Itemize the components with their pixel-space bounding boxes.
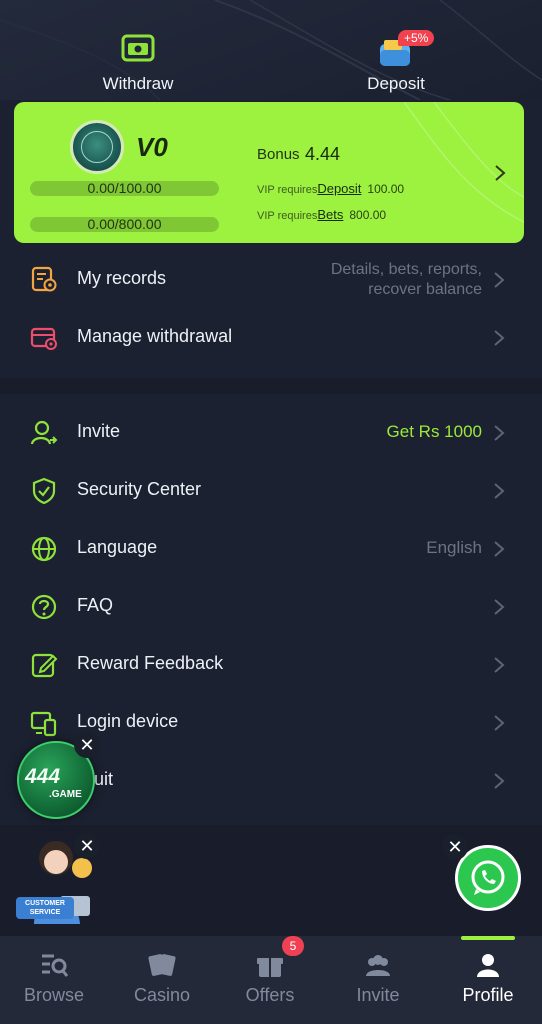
withdraw-icon — [58, 32, 218, 68]
chevron-right-icon — [494, 425, 505, 441]
invite-user-icon — [30, 420, 58, 445]
vip-progress-bets-text: 0.00/800.00 — [87, 216, 162, 232]
wallet-gear-icon — [30, 327, 57, 350]
deposit-label: Deposit — [367, 74, 425, 93]
chevron-right-icon — [494, 330, 505, 346]
bottom-tab-bar: Browse Casino 5 Offers Invite Profile — [0, 936, 542, 1024]
tab-casino[interactable]: Casino — [108, 936, 216, 1024]
chevron-right-icon — [494, 272, 505, 288]
menu-manage-withdrawal[interactable]: Manage withdrawal — [0, 309, 542, 365]
chevron-right-icon — [494, 541, 505, 557]
tab-label: Browse — [23, 985, 85, 1005]
invite-reward-text: Get Rs 1000 — [386, 422, 482, 441]
tab-label: Profile — [462, 985, 514, 1005]
customer-service-label: CUSTOMER SERVICE — [16, 897, 74, 919]
chevron-right-icon — [494, 657, 505, 673]
menu-invite[interactable]: Invite Get Rs 1000 — [0, 404, 542, 460]
bonus-label: Bonus — [257, 146, 300, 163]
menu-label: Manage withdrawal — [77, 326, 233, 346]
bonus-value: 4.44 — [305, 144, 341, 164]
tab-browse[interactable]: Browse — [0, 936, 108, 1024]
records-icon — [31, 266, 57, 292]
withdraw-label: Withdraw — [102, 74, 174, 93]
gift-icon — [257, 958, 283, 977]
edit-icon — [31, 653, 58, 678]
chevron-right-icon — [494, 483, 505, 499]
whatsapp-icon — [471, 860, 505, 895]
menu-my-records[interactable]: My records Details, bets, reports, recov… — [0, 251, 542, 307]
menu-label: Reward Feedback — [77, 653, 224, 673]
current-language: English — [426, 538, 482, 557]
vip-requirement-deposit: VIP requiresDeposit 100.00 — [257, 181, 405, 196]
tab-label: Invite — [356, 985, 400, 1005]
cards-icon — [148, 954, 176, 976]
tab-profile[interactable]: Profile — [434, 936, 542, 1024]
shield-check-icon — [32, 477, 56, 505]
menu-reward-feedback[interactable]: Reward Feedback — [0, 636, 542, 692]
deposit-bonus-badge: +5% — [398, 30, 435, 46]
vip-badge-avatar — [70, 120, 124, 174]
chevron-right-icon — [495, 165, 506, 181]
tab-offers[interactable]: 5 Offers — [216, 936, 324, 1024]
vip-progress-deposit-text: 0.00/100.00 — [87, 180, 162, 196]
vip-level: V0 — [136, 132, 168, 162]
menu-language[interactable]: Language English — [0, 520, 542, 576]
globe-icon — [31, 536, 57, 562]
logo-text: 444 — [25, 765, 61, 788]
active-tab-indicator — [461, 936, 515, 940]
profile-icon — [477, 954, 499, 977]
top-quick-actions: Withdraw +5% Deposit — [0, 0, 542, 100]
deposit-button[interactable]: +5% Deposit — [316, 30, 476, 94]
logo-subtext: .GAME — [49, 789, 82, 800]
offers-count-badge: 5 — [282, 936, 304, 956]
records-hint-line1: Details, bets, reports, — [330, 261, 482, 278]
menu-label: Login device — [77, 711, 179, 731]
people-icon — [366, 955, 390, 976]
menu-label: My records — [77, 268, 167, 288]
chevron-right-icon — [494, 773, 505, 789]
close-whatsapp-button[interactable]: ✕ — [442, 834, 468, 860]
question-circle-icon — [31, 594, 57, 620]
deposit-icon: +5% — [316, 30, 476, 68]
menu-security-center[interactable]: Security Center — [0, 462, 542, 518]
menu-label: uit — [94, 769, 114, 789]
devices-icon — [30, 711, 57, 737]
withdraw-button[interactable]: Withdraw — [58, 32, 218, 94]
chevron-right-icon — [494, 715, 505, 731]
chevron-right-icon — [494, 599, 505, 615]
menu-label: Invite — [77, 421, 121, 441]
close-logo-button[interactable]: ✕ — [74, 732, 100, 758]
tab-label: Offers — [245, 985, 295, 1005]
menu-label: Language — [77, 537, 158, 557]
browse-icon — [42, 954, 69, 977]
menu-label: FAQ — [77, 595, 114, 615]
records-hint-line2: recover balance — [368, 281, 482, 298]
menu-label: Security Center — [77, 479, 202, 499]
tab-label: Casino — [133, 985, 191, 1005]
section-divider — [0, 378, 542, 394]
vip-card[interactable]: V0 0.00/100.00 0.00/800.00 Bonus 4.44 VI… — [14, 102, 524, 243]
menu-faq[interactable]: FAQ — [0, 578, 542, 634]
close-customer-service-button[interactable]: ✕ — [74, 833, 100, 859]
vip-requirement-bets: VIP requiresBets 800.00 — [257, 207, 387, 222]
tab-invite[interactable]: Invite — [324, 936, 432, 1024]
